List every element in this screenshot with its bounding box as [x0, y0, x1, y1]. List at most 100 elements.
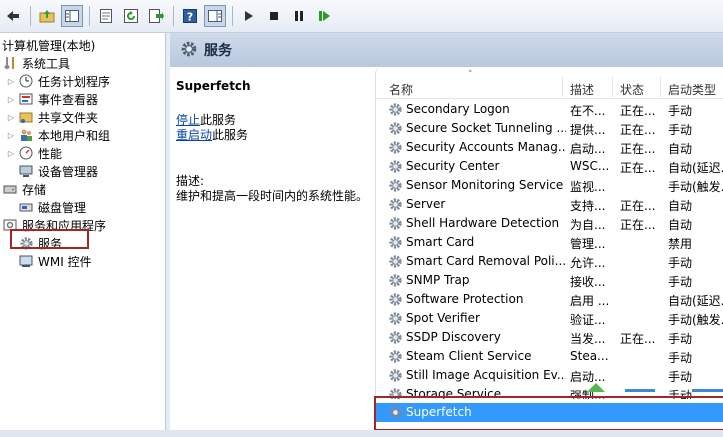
expand-arrow-icon[interactable]: ▷	[6, 131, 16, 140]
service-startup-type: 自动(延迟...	[668, 294, 723, 308]
service-description: Stea...	[570, 349, 609, 363]
restart-icon[interactable]	[313, 5, 335, 27]
play-icon[interactable]	[238, 5, 260, 27]
tree-label: 共享文件夹	[38, 110, 99, 125]
service-name: SNMP Trap	[406, 273, 470, 287]
page-title: 服务	[204, 43, 232, 59]
expand-arrow-icon[interactable]: ▷	[6, 77, 16, 86]
column-header-description[interactable]: 描述	[570, 81, 594, 98]
clock-icon	[18, 73, 34, 89]
service-description: 验证...	[570, 313, 606, 327]
selected-service-name: Superfetch	[176, 79, 251, 93]
tree-node-disk-management[interactable]: 磁盘管理	[18, 198, 86, 216]
table-row[interactable]: Smart Card 管理... 禁用	[376, 233, 723, 252]
tree-node-device-manager[interactable]: 设备管理器	[18, 162, 98, 180]
toolbar: ?	[0, 0, 723, 33]
table-row[interactable]: Security Center WSC... 正在... 自动(延迟...	[376, 157, 723, 176]
tools-icon	[2, 55, 18, 71]
gear-icon	[388, 254, 403, 269]
event-viewer-icon	[18, 91, 34, 107]
service-startup-type: 手动	[668, 370, 693, 384]
table-row[interactable]: Still Image Acquisition Ev... 启动... 手动	[376, 366, 723, 385]
gear-icon	[388, 311, 403, 326]
column-divider[interactable]	[562, 77, 563, 97]
tree-label: 事件查看器	[38, 92, 99, 107]
tree-node-shared-folders[interactable]: ▷ 共享文件夹	[6, 108, 98, 126]
tree-node-storage[interactable]: 存储	[2, 180, 46, 198]
service-status: 正在...	[620, 332, 656, 346]
tree-label: 设备管理器	[38, 164, 99, 179]
tree-node-performance[interactable]: ▷ 性能	[6, 144, 62, 162]
wmi-icon	[18, 253, 34, 269]
gear-icon	[388, 102, 403, 117]
toolbar-separator	[89, 6, 90, 26]
export-list-icon[interactable]	[145, 5, 167, 27]
table-row[interactable]: Secure Socket Tunneling ... 提供... 正在... 手动	[376, 119, 723, 138]
tree-node-task-scheduler[interactable]: ▷ 任务计划程序	[6, 72, 110, 90]
action-pane-icon[interactable]	[204, 5, 226, 27]
pause-icon[interactable]	[288, 5, 310, 27]
service-name: Server	[406, 197, 446, 211]
service-name: Spot Verifier	[406, 311, 480, 325]
service-description: 启动...	[570, 142, 606, 156]
service-startup-type: 手动(触发...	[668, 313, 723, 327]
expand-arrow-icon[interactable]: ▷	[6, 95, 16, 104]
service-startup-type: 手动	[668, 351, 693, 365]
service-name: Shell Hardware Detection	[406, 216, 560, 230]
column-header-startup-type[interactable]: 启动类型	[668, 81, 716, 98]
column-divider[interactable]	[660, 77, 661, 97]
restart-service-link[interactable]: 重启动	[176, 128, 212, 142]
expand-arrow-icon[interactable]: ▷	[6, 149, 16, 158]
table-row[interactable]: Secondary Logon 在不... 正在... 手动	[376, 100, 723, 119]
tree-label: 存储	[22, 182, 47, 197]
tree-node-event-viewer[interactable]: ▷ 事件查看器	[6, 90, 98, 108]
service-description: 管理...	[570, 237, 606, 251]
service-description: 为自...	[570, 218, 606, 232]
show-hide-tree-icon[interactable]	[61, 5, 83, 27]
table-row[interactable]: SSDP Discovery 当发... 正在... 手动	[376, 328, 723, 347]
shared-folder-icon	[18, 109, 34, 125]
service-startup-type: 自动(延迟...	[668, 161, 723, 175]
table-row[interactable]: Shell Hardware Detection 为自... 正在... 自动	[376, 214, 723, 233]
table-row[interactable]: Smart Card Removal Poli... 允许... 手动	[376, 252, 723, 271]
users-icon	[18, 127, 34, 143]
table-row[interactable]: Software Protection 启用 ... 自动(延迟...	[376, 290, 723, 309]
table-row[interactable]: Steam Client Service Stea... 手动	[376, 347, 723, 366]
service-status: 正在...	[620, 161, 656, 175]
table-row[interactable]: Spot Verifier 验证... 手动(触发...	[376, 309, 723, 328]
refresh-icon[interactable]	[120, 5, 142, 27]
tree-node-local-users[interactable]: ▷ 本地用户和组	[6, 126, 110, 144]
service-startup-type: 自动	[668, 218, 693, 232]
gear-icon	[388, 235, 403, 250]
stop-icon[interactable]	[263, 5, 285, 27]
help-icon[interactable]: ?	[179, 5, 201, 27]
table-row[interactable]: Sensor Monitoring Service 监视... 手动(触发...	[376, 176, 723, 195]
gear-icon	[388, 159, 403, 174]
column-divider[interactable]	[612, 77, 613, 97]
tree-node-wmi-control[interactable]: WMI 控件	[18, 252, 92, 270]
column-header-name[interactable]: 名称	[389, 81, 413, 98]
stop-service-link[interactable]: 停止	[176, 113, 200, 127]
column-header-status[interactable]: 状态	[620, 81, 644, 98]
tree-label: 任务计划程序	[38, 74, 111, 89]
properties-icon[interactable]	[95, 5, 117, 27]
expand-arrow-icon[interactable]: ▷	[6, 113, 16, 122]
service-startup-type: 自动	[668, 199, 693, 213]
extended-description-pane: Superfetch 停止此服务 重启动此服务 描述: 维护和提高一段时间内的系…	[170, 67, 375, 437]
services-header: 服务	[170, 33, 723, 67]
column-headers: ˄ 名称 描述 状态 启动类型	[376, 67, 723, 99]
restart-service-suffix: 此服务	[212, 128, 249, 142]
service-startup-type: 手动	[668, 275, 693, 289]
back-arrow-icon[interactable]	[2, 5, 24, 27]
tree-node-computer-management[interactable]: 计算机管理(本地)	[2, 36, 95, 54]
up-folder-icon[interactable]	[36, 5, 58, 27]
tree-node-system-tools[interactable]: 系统工具	[2, 54, 70, 72]
service-name: Security Center	[406, 159, 500, 173]
service-name: Steam Client Service	[406, 349, 532, 363]
table-row[interactable]: SNMP Trap 接收... 手动	[376, 271, 723, 290]
service-name: Sensor Monitoring Service	[406, 178, 564, 192]
device-manager-icon	[18, 163, 34, 179]
service-startup-type: 手动	[668, 123, 693, 137]
table-row[interactable]: Security Accounts Manag... 启动... 正在... 自动	[376, 138, 723, 157]
table-row[interactable]: Server 支持... 正在... 自动	[376, 195, 723, 214]
